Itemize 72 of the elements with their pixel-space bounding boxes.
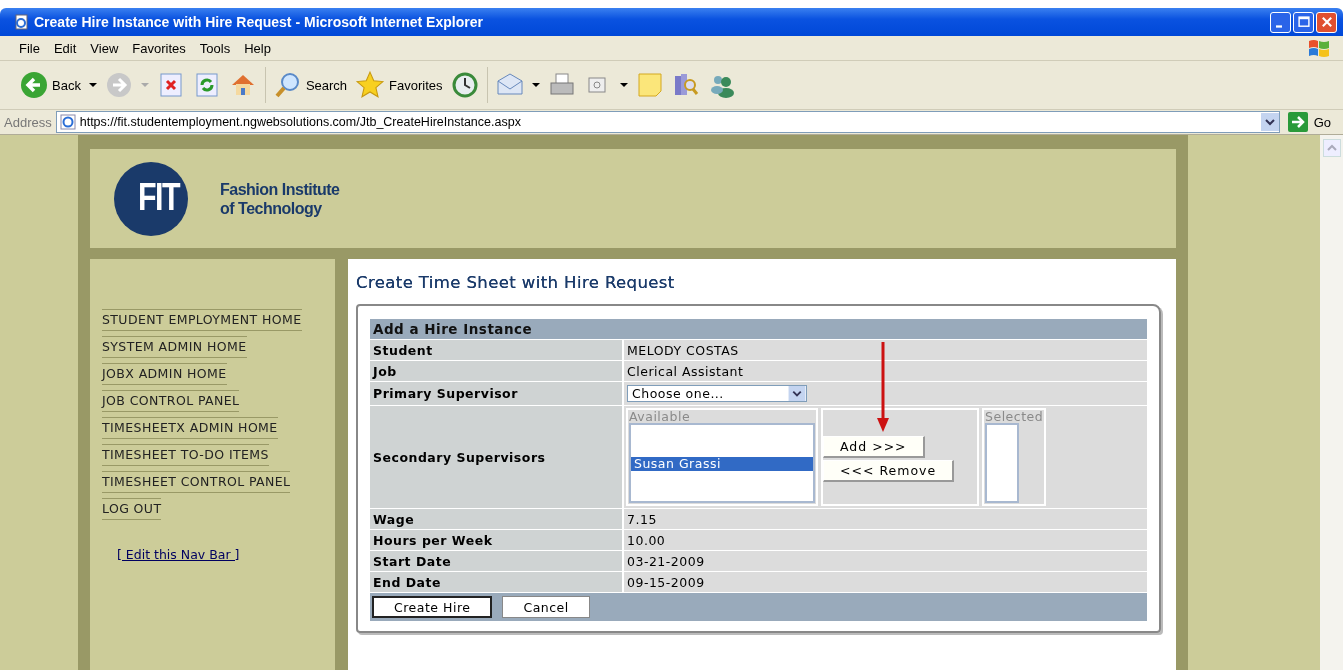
go-button[interactable]: Go [1283,112,1343,132]
field-value: MELODY COSTAS [624,340,1147,360]
selected-list[interactable] [985,423,1019,503]
institution-name: Fashion Institute [220,179,340,199]
field-value: 03-21-2009 [624,551,1147,571]
menu-item[interactable]: Help [237,40,278,56]
dropdown-arrow-icon[interactable] [619,83,628,87]
address-label: Address [4,114,52,130]
go-arrow-icon [1287,112,1308,132]
field-value: 10.00 [624,530,1147,550]
search-button[interactable]: Search [273,71,348,99]
nav-link[interactable]: TIMESHEETX ADMIN HOME [102,417,278,439]
field-label: Secondary Supervisors [370,406,624,508]
field-label: Hours per Week [370,530,624,550]
scrollbar[interactable] [1320,135,1343,670]
search-icon [273,71,302,99]
page-title: Create Time Sheet with Hire Request [356,273,676,292]
back-icon [20,71,48,99]
field-label: End Date [370,572,624,592]
favorites-button[interactable]: Favorites [355,70,443,100]
field-label: Start Date [370,551,624,571]
menu-item[interactable]: View [83,40,126,56]
page-icon [59,114,76,130]
address-field[interactable]: https://fit.studentemployment.ngwebsolutions.com/Jtb_CreateHireInstance.aspx [55,111,1280,133]
menu-item[interactable]: Tools [192,40,238,56]
nav-link[interactable]: STUDENT EMPLOYMENT HOME [102,309,302,331]
available-list[interactable]: Susan Grassi [629,423,815,503]
logo-icon [114,161,188,236]
nav-link[interactable]: JOBX ADMIN HOME [102,363,227,385]
nav-link[interactable]: JOB CONTROL PANEL [102,390,240,412]
remove-button[interactable]: <<< Remove [823,460,955,482]
menu-item[interactable]: Edit [46,40,84,56]
close-button[interactable] [1316,11,1337,33]
logo-text: FIT [138,176,179,219]
list-caption: Available [629,410,692,423]
dropdown-arrow-icon[interactable] [531,83,540,87]
field-value: Clerical Assistant [624,361,1147,381]
field-label: Primary Supervisor [370,382,624,405]
nav-link[interactable]: TIMESHEET TO-DO ITEMS [102,444,269,466]
add-button[interactable]: Add >>> [823,436,925,458]
star-icon [355,70,386,100]
history-icon[interactable] [450,71,479,99]
window-title: Create Hire Instance with Hire Request - Microsoft Internet Explorer [34,14,483,30]
list-option[interactable]: Susan Grassi [631,457,813,471]
menu-item[interactable]: File [12,40,47,56]
minimize-button[interactable] [1270,11,1291,33]
cancel-button[interactable]: Cancel [502,596,590,618]
create-button[interactable]: Create Hire [372,596,493,618]
maximize-button[interactable] [1293,11,1314,33]
list-caption: Selected [985,410,1044,423]
back-button[interactable]: Back [20,71,81,99]
supervisor-dropdown[interactable]: Choose one... [627,385,807,402]
nav-link[interactable]: TIMESHEET CONTROL PANEL [102,471,291,493]
field-label: Wage [370,509,624,529]
scroll-up-icon[interactable] [1322,139,1341,157]
dropdown-arrow-icon[interactable] [88,83,97,87]
field-label: Job [370,361,624,381]
institution-name: of Technology [220,198,323,218]
arrow-icon [877,342,889,434]
nav-link[interactable]: SYSTEM ADMIN HOME [102,336,247,358]
minimize-icon [1275,24,1282,28]
close-icon [1319,15,1334,29]
form-heading: Add a Hire Instance [370,319,1147,339]
field-label: Student [370,340,624,360]
nav-link[interactable]: LOG OUT [102,498,162,520]
menu-item[interactable]: Favorites [125,40,193,56]
edit-nav-link[interactable]: [ Edit this Nav Bar ] [117,547,240,562]
page-icon [14,14,30,30]
maximize-icon [1296,15,1311,29]
windows-flag-icon [1307,38,1331,58]
field-value: 09-15-2009 [624,572,1147,592]
field-value: 7.15 [624,509,1147,529]
